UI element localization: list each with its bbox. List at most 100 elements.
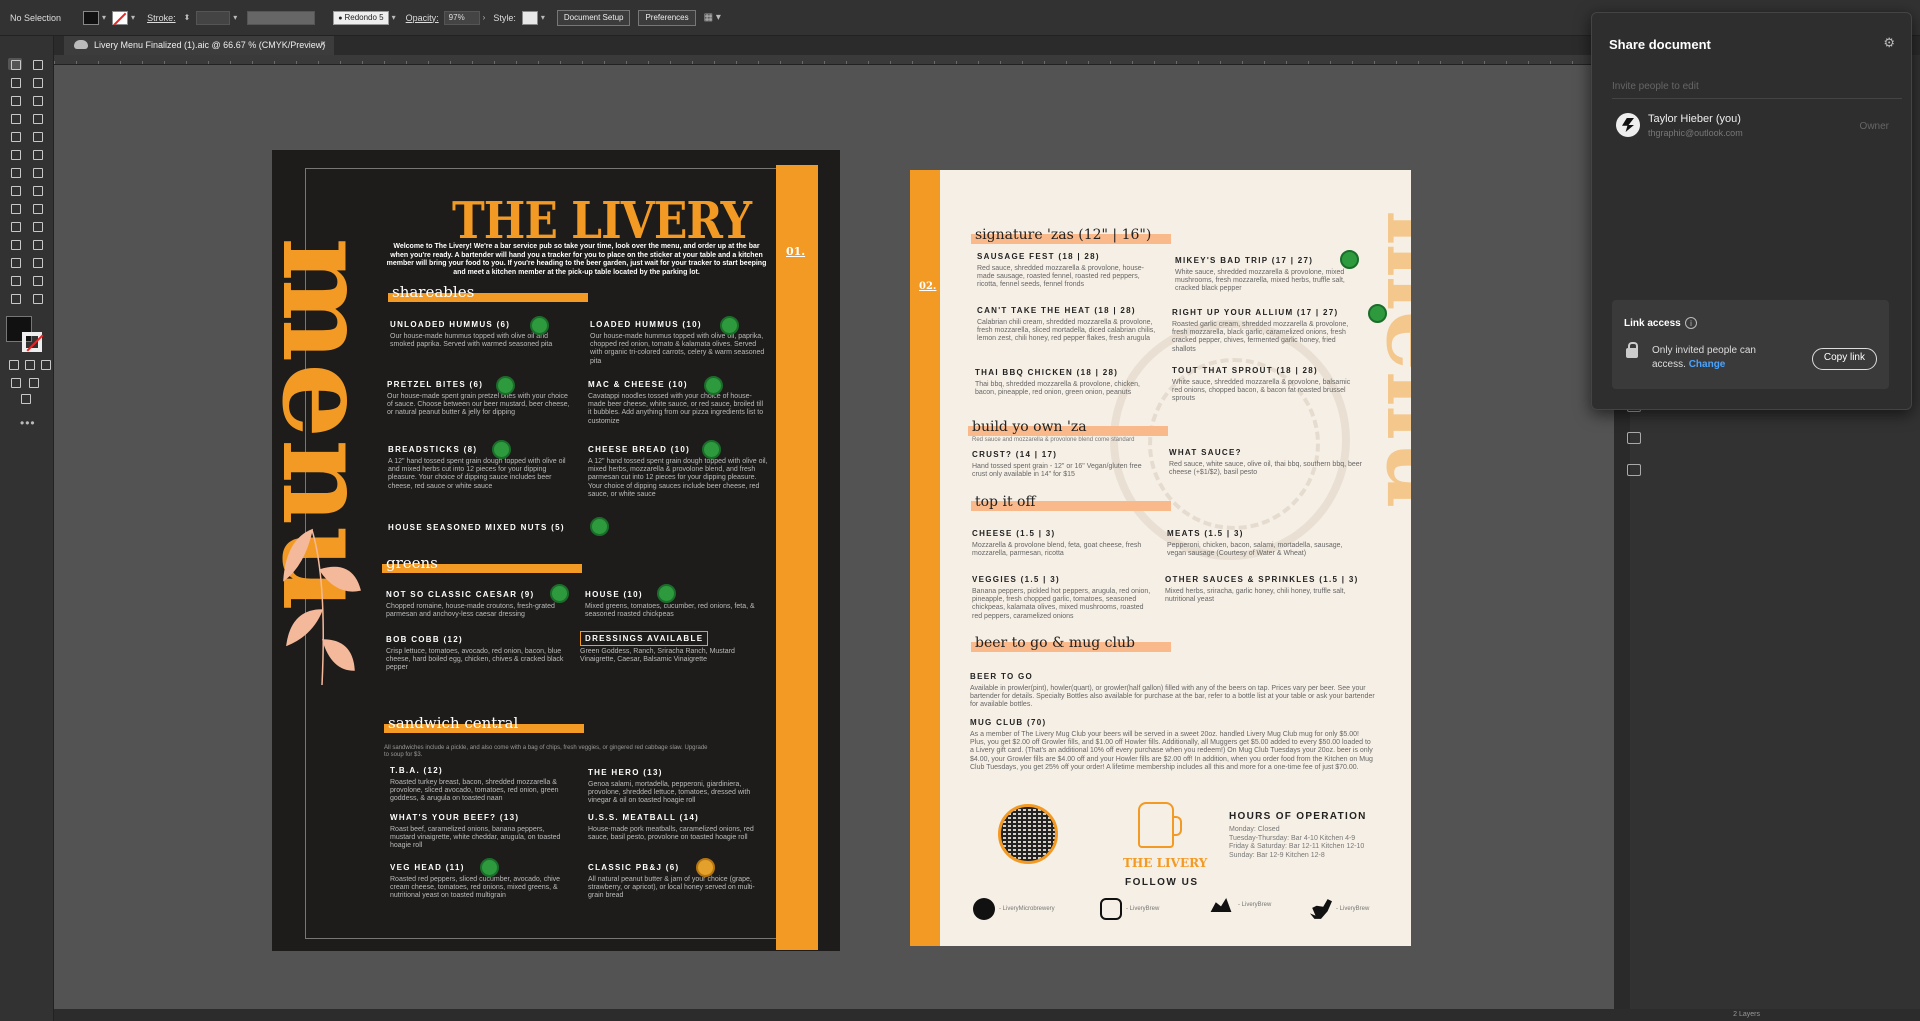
status-bar: 2 Layers	[54, 1009, 1920, 1021]
hours-of-operation: HOURS OF OPERATION Monday: Closed Tuesda…	[1229, 811, 1367, 859]
brush-dropdown[interactable]: ▾	[392, 13, 396, 22]
mesh-tool-icon[interactable]	[8, 220, 22, 232]
shaper-tool-icon[interactable]	[8, 148, 22, 160]
info-icon[interactable]: i	[1685, 317, 1697, 329]
artboard-page-1[interactable]: 01. menu THE LIVERY Welcome to The Liver…	[272, 150, 840, 951]
style-dropdown[interactable]: ▾	[541, 13, 545, 22]
facebook-icon	[973, 898, 995, 920]
drawing-modes-icon[interactable]	[26, 376, 40, 388]
document-setup-button[interactable]: Document Setup	[556, 9, 631, 26]
paintbrush-tool-icon[interactable]	[30, 130, 44, 142]
gear-icon[interactable]: ⚙	[1883, 35, 1895, 51]
arrange-documents-icon[interactable]: ▦ ▾	[704, 12, 721, 23]
pen-tool-icon[interactable]	[8, 94, 22, 106]
hand-tool-icon[interactable]	[8, 292, 22, 304]
welcome-text: Welcome to The Livery! We're a bar servi…	[386, 243, 767, 276]
direct-selection-tool-icon[interactable]	[30, 58, 44, 70]
graphic-style-swatch[interactable]	[521, 10, 538, 25]
screen-mode-icon[interactable]	[18, 392, 32, 404]
slice-tool-icon[interactable]	[30, 274, 44, 286]
artboards-panel-icon[interactable]	[1627, 432, 1641, 444]
fill-dropdown[interactable]: ▾	[102, 13, 106, 22]
stroke-dropdown[interactable]: ▾	[131, 13, 135, 22]
magic-wand-tool-icon[interactable]	[8, 76, 22, 88]
change-access-link[interactable]: Change	[1689, 359, 1726, 370]
more-tools-icon[interactable]: •••	[20, 416, 36, 430]
fill-swatch[interactable]	[83, 10, 100, 25]
vegan-badge-icon	[480, 858, 499, 877]
menu-item: WHAT'S YOUR BEEF? (13) Roast beef, carame…	[390, 813, 561, 850]
artboard-page-2[interactable]: 02. menu signature 'zas (12" | 16") SAUS…	[910, 170, 1411, 946]
stroke-swatch[interactable]	[112, 10, 129, 25]
stroke-weight-field[interactable]	[196, 10, 231, 25]
gradient-mode-icon[interactable]	[22, 358, 36, 370]
menu-item: VEGGIES (1.5 | 3) Banana peppers, pickled…	[972, 575, 1151, 620]
close-tab-icon[interactable]: ×	[320, 39, 326, 50]
byo-heading: build yo own 'za Red sauce and mozzarella…	[968, 419, 1168, 443]
stroke-label: Stroke:	[147, 12, 176, 23]
blend-tool-icon[interactable]	[30, 238, 44, 250]
link-access-panel: Link access i Only invited people can ac…	[1612, 300, 1889, 389]
horizontal-ruler[interactable]	[54, 55, 1614, 65]
social-twitter: - LiveryBrew	[1310, 898, 1369, 920]
artboard-tool-icon[interactable]	[8, 274, 22, 286]
curvature-tool-icon[interactable]	[30, 94, 44, 106]
lasso-tool-icon[interactable]	[30, 76, 44, 88]
eyedropper-tool-icon[interactable]	[8, 238, 22, 250]
opacity-dropdown[interactable]: ›	[483, 13, 486, 22]
variable-width-profile[interactable]	[247, 10, 316, 25]
zoom-tool-icon[interactable]	[30, 292, 44, 304]
menu-item: CRUST? (14 | 17) Hand tossed spent grain …	[972, 450, 1142, 479]
eraser-tool-icon[interactable]	[30, 148, 44, 160]
rotate-tool-icon[interactable]	[8, 166, 22, 178]
gradient-tool-icon[interactable]	[30, 220, 44, 232]
vegan-badge-icon	[1340, 250, 1359, 269]
type-tool-icon[interactable]	[8, 112, 22, 124]
social-facebook: - LiveryMicrobrewery	[973, 898, 1055, 920]
menu-item: CHEESE (1.5 | 3) Mozzarella & provolone b…	[972, 529, 1142, 558]
column-graph-tool-icon[interactable]	[30, 256, 44, 268]
zas-heading: signature 'zas (12" | 16")	[971, 227, 1171, 244]
free-transform-tool-icon[interactable]	[30, 184, 44, 196]
opacity-field[interactable]: 97%	[443, 10, 480, 25]
illustrator-window: { "control_bar": { "selection": "No Sele…	[0, 0, 1920, 1021]
draw-normal-icon[interactable]	[8, 376, 22, 388]
menu-item: PRETZEL BITES (6) Our house-made spent gr…	[387, 380, 570, 417]
shape-builder-tool-icon[interactable]	[8, 202, 22, 214]
vegan-badge-icon	[496, 376, 515, 395]
menu-item: THE HERO (13) Genoa salami, mortadella, p…	[588, 768, 751, 805]
menu-item: CAN'T TAKE THE HEAT (18 | 28) Calabrian c…	[977, 306, 1156, 343]
layers-count: 2 Layers	[1733, 1011, 1760, 1018]
stroke-weight-dropdown[interactable]: ▾	[233, 13, 237, 22]
shareables-heading: shareables	[388, 283, 588, 302]
perspective-grid-tool-icon[interactable]	[30, 202, 44, 214]
scale-tool-icon[interactable]	[30, 166, 44, 178]
selection-tool-icon[interactable]	[8, 58, 22, 70]
stroke-weight-stepper[interactable]: ⬍	[184, 13, 191, 22]
brush-definition[interactable]: ● Redondo 5	[333, 10, 389, 25]
preferences-button[interactable]: Preferences	[638, 9, 696, 26]
symbol-sprayer-tool-icon[interactable]	[8, 256, 22, 268]
menu-item: THAI BBQ CHICKEN (18 | 28) Thai bbq, shre…	[975, 368, 1140, 397]
rectangle-tool-icon[interactable]	[8, 130, 22, 142]
menu-item: BEER TO GO Available in prowler(pint), ho…	[970, 672, 1375, 709]
user-name: Taylor Hieber (you)	[1648, 113, 1741, 125]
dock-icons	[1622, 400, 1646, 496]
sandwich-note: All sandwiches include a pickle, and als…	[384, 745, 708, 758]
copy-link-button[interactable]: Copy link	[1811, 348, 1877, 370]
document-tab[interactable]: Livery Menu Finalized (1).aic @ 66.67 % …	[64, 36, 334, 55]
color-mode-icon[interactable]	[6, 358, 20, 370]
menu-item: RIGHT UP YOUR ALLIUM (17 | 27) Roasted ga…	[1172, 308, 1349, 353]
page1-orange-bar	[776, 165, 818, 950]
menu-item: WHAT SAUCE? Red sauce, white sauce, olive…	[1169, 448, 1363, 477]
libraries-panel-icon[interactable]	[1627, 464, 1641, 476]
menu-item: U.S.S. MEATBALL (14) House-made pork meat…	[588, 813, 754, 842]
stroke-color-box[interactable]	[22, 332, 42, 352]
line-tool-icon[interactable]	[30, 112, 44, 124]
beer-heading: beer to go & mug club	[971, 635, 1171, 652]
invite-input[interactable]: Invite people to edit	[1612, 81, 1902, 99]
qr-code	[998, 804, 1058, 864]
menu-item: MAC & CHEESE (10) Cavatappi noodles tosse…	[588, 380, 764, 425]
warp-tool-icon[interactable]	[8, 184, 22, 196]
none-mode-icon[interactable]	[38, 358, 52, 370]
